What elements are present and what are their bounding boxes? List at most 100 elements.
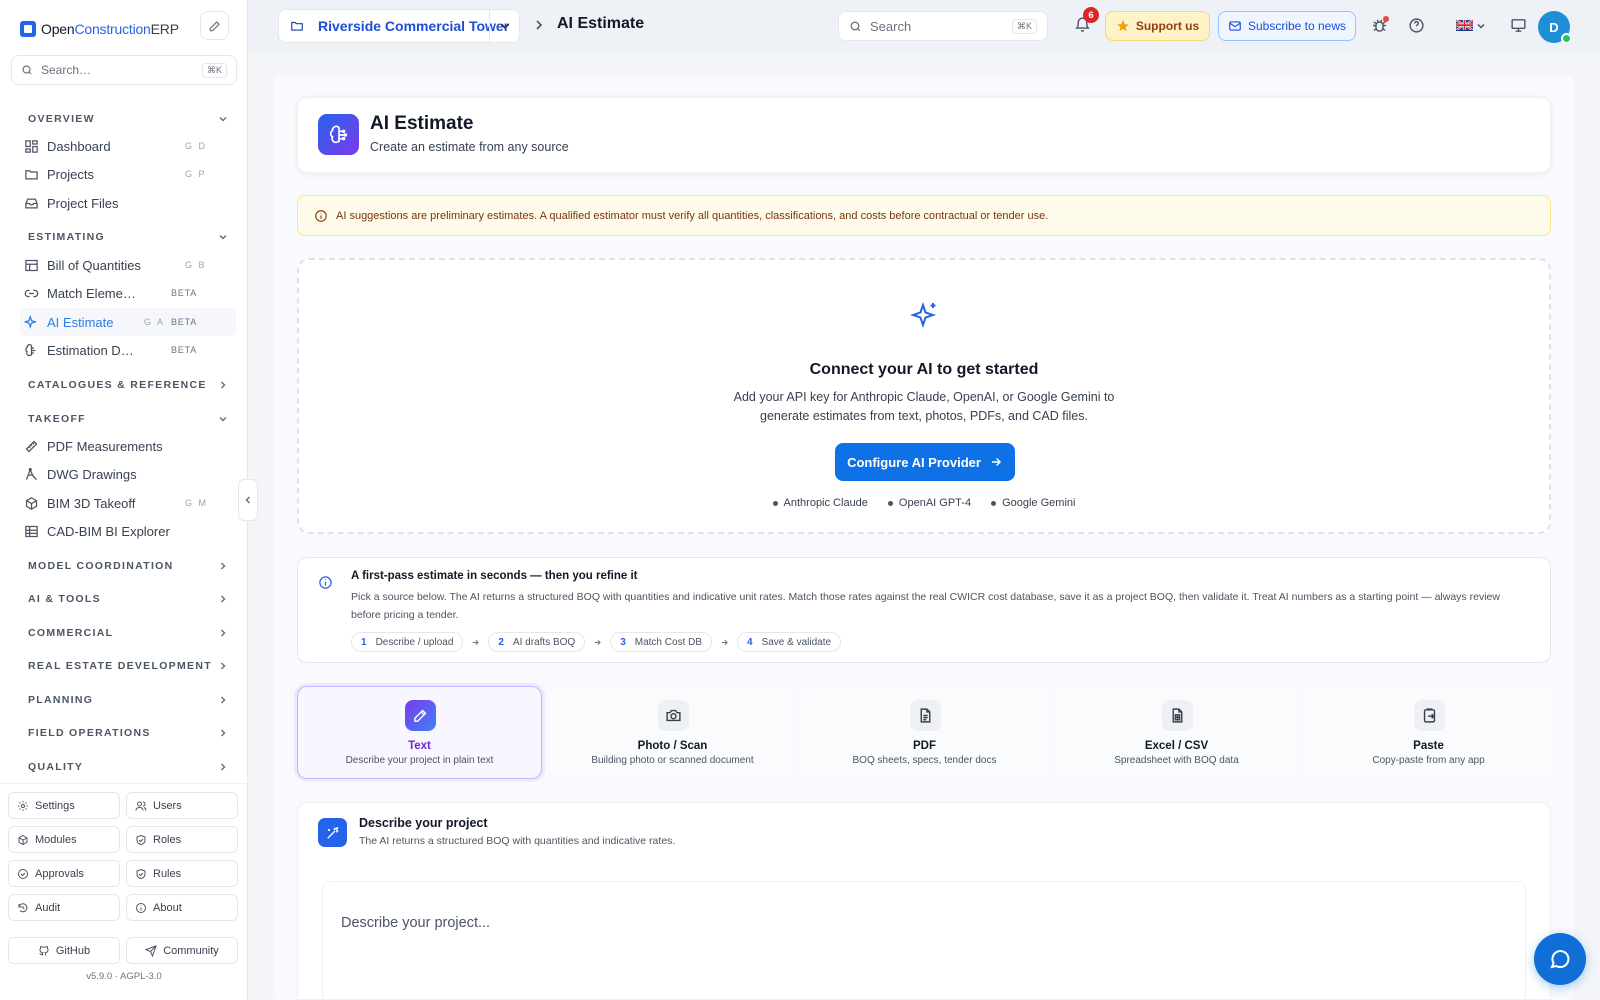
modules-button[interactable]: Modules bbox=[8, 826, 120, 853]
link-icon bbox=[24, 286, 39, 301]
uk-flag-icon[interactable] bbox=[1456, 20, 1473, 31]
about-button[interactable]: About bbox=[126, 894, 238, 921]
shortcut-hint: ⌘K bbox=[201, 62, 227, 78]
arrow-right-icon bbox=[720, 638, 729, 647]
source-description: Building photo or scanned document bbox=[591, 755, 754, 766]
chat-support-button[interactable] bbox=[1534, 933, 1586, 985]
history-icon bbox=[17, 902, 29, 914]
sidebar-item-project-files[interactable]: Project Files bbox=[20, 189, 236, 217]
source-description: BOQ sheets, specs, tender docs bbox=[852, 755, 997, 766]
step-label: Save & validate bbox=[761, 636, 832, 648]
chevron-right-icon bbox=[218, 762, 228, 772]
project-selector[interactable]: Riverside Commercial Tower bbox=[278, 9, 520, 43]
audit-button[interactable]: Audit bbox=[8, 894, 120, 921]
section-overview[interactable]: OVERVIEW bbox=[28, 113, 228, 125]
collapse-sidebar-button[interactable] bbox=[238, 479, 258, 521]
button-label: GitHub bbox=[55, 944, 91, 957]
section-field-operations[interactable]: FIELD OPERATIONS bbox=[28, 727, 228, 739]
package-icon bbox=[17, 834, 29, 846]
approvals-button[interactable]: Approvals bbox=[8, 860, 120, 887]
describe-project-card: Describe your project The AI returns a s… bbox=[297, 802, 1551, 1000]
card-subtitle: The AI returns a structured BOQ with qua… bbox=[359, 835, 676, 847]
version-label: v5.9.0 · AGPL-3.0 bbox=[86, 971, 162, 982]
button-label: Community bbox=[163, 944, 219, 957]
chevron-down-icon bbox=[499, 20, 511, 32]
configure-ai-provider-button[interactable]: Configure AI Provider bbox=[835, 443, 1015, 481]
sidebar-item-cad-bim-explorer[interactable]: CAD-BIM BI Explorer bbox=[20, 517, 236, 545]
chevron-right-icon bbox=[218, 380, 228, 390]
sidebar-item-pdf-measurements[interactable]: PDF Measurements bbox=[20, 432, 236, 460]
subscribe-news-button[interactable]: Subscribe to news bbox=[1218, 11, 1356, 41]
users-button[interactable]: Users bbox=[126, 792, 238, 819]
clipboard-icon bbox=[1414, 700, 1445, 731]
section-label: OVERVIEW bbox=[28, 113, 95, 125]
button-label: Configure AI Provider bbox=[847, 454, 981, 470]
page-header-card: AI Estimate Create an estimate from any … bbox=[297, 97, 1551, 173]
section-ai-tools[interactable]: AI & TOOLS bbox=[28, 593, 228, 605]
shortcut-hint: G A bbox=[144, 317, 166, 327]
section-model-coordination[interactable]: MODEL COORDINATION bbox=[28, 560, 228, 572]
chevron-left-icon bbox=[243, 495, 253, 505]
divider bbox=[0, 783, 248, 784]
sidebar-item-dwg-drawings[interactable]: DWG Drawings bbox=[20, 460, 236, 488]
step-label: Describe / upload bbox=[375, 636, 454, 648]
sidebar-item-estimation-dashboard[interactable]: Estimation D… BETA bbox=[20, 336, 236, 364]
source-tab-photo-scan[interactable]: Photo / Scan Building photo or scanned d… bbox=[550, 686, 795, 779]
section-takeoff[interactable]: TAKEOFF bbox=[28, 413, 228, 425]
pencil-icon bbox=[405, 700, 436, 731]
global-search-input[interactable]: Search ⌘K bbox=[838, 11, 1048, 41]
project-description-textarea[interactable]: Describe your project... Example: bbox=[322, 881, 1526, 1000]
beta-badge: BETA bbox=[171, 317, 198, 327]
project-dropdown-button[interactable] bbox=[489, 10, 520, 42]
page-title: AI Estimate bbox=[370, 113, 474, 134]
new-note-button[interactable] bbox=[200, 11, 229, 40]
section-quality[interactable]: QUALITY bbox=[28, 761, 228, 773]
sidebar-search-input[interactable]: Search… ⌘K bbox=[11, 55, 237, 85]
section-planning[interactable]: PLANNING bbox=[28, 694, 228, 706]
monitor-icon[interactable] bbox=[1510, 17, 1527, 34]
button-label: Subscribe to news bbox=[1247, 19, 1347, 33]
step-number: 3 bbox=[620, 636, 626, 648]
section-estimating[interactable]: ESTIMATING bbox=[28, 231, 228, 243]
source-tab-text[interactable]: Text Describe your project in plain text bbox=[297, 686, 542, 779]
section-commercial[interactable]: COMMERCIAL bbox=[28, 627, 228, 639]
source-label: Text bbox=[408, 740, 431, 752]
help-icon[interactable] bbox=[1408, 17, 1425, 34]
pencil-icon bbox=[208, 19, 222, 33]
source-description: Spreadsheet with BOQ data bbox=[1114, 755, 1239, 766]
sidebar-item-dashboard[interactable]: Dashboard G D bbox=[20, 132, 236, 160]
info-icon bbox=[318, 575, 333, 590]
rules-button[interactable]: Rules bbox=[126, 860, 238, 887]
online-status-dot bbox=[1561, 33, 1572, 44]
section-real-estate-development[interactable]: REAL ESTATE DEVELOPMENT bbox=[28, 660, 228, 672]
github-button[interactable]: GitHub bbox=[8, 937, 120, 964]
section-catalogues[interactable]: CATALOGUES & REFERENCE bbox=[28, 379, 228, 391]
chevron-down-icon[interactable] bbox=[1476, 21, 1486, 31]
button-label: Support us bbox=[1135, 19, 1200, 33]
connect-title: Connect your AI to get started bbox=[809, 361, 1039, 378]
sidebar-item-ai-estimate[interactable]: AI Estimate G A BETA bbox=[20, 308, 236, 336]
sidebar-item-match-elements[interactable]: Match Eleme… BETA bbox=[20, 279, 236, 307]
source-label: Photo / Scan bbox=[637, 740, 708, 752]
search-placeholder: Search bbox=[870, 18, 912, 34]
notification-count-badge: 6 bbox=[1083, 7, 1099, 23]
source-tab-paste[interactable]: Paste Copy-paste from any app bbox=[1306, 686, 1551, 779]
sidebar-item-bim-3d-takeoff[interactable]: BIM 3D Takeoff G M bbox=[20, 489, 236, 517]
chevron-right-icon bbox=[218, 695, 228, 705]
sidebar-item-label: AI Estimate bbox=[47, 314, 114, 330]
sidebar-item-projects[interactable]: Projects G P bbox=[20, 160, 236, 188]
connect-description-line: Add your API key for Anthropic Claude, O… bbox=[733, 390, 1115, 404]
community-button[interactable]: Community bbox=[126, 937, 238, 964]
section-label: TAKEOFF bbox=[28, 413, 86, 425]
connect-description: Add your API key for Anthropic Claude, O… bbox=[299, 388, 1549, 426]
shield-check-icon bbox=[135, 868, 147, 880]
settings-button[interactable]: Settings bbox=[8, 792, 120, 819]
support-us-button[interactable]: Support us bbox=[1105, 11, 1210, 41]
sidebar-item-bill-of-quantities[interactable]: Bill of Quantities G B bbox=[20, 251, 236, 279]
logo-text-erp: ERP bbox=[150, 21, 179, 37]
roles-button[interactable]: Roles bbox=[126, 826, 238, 853]
source-description: Describe your project in plain text bbox=[345, 755, 494, 766]
source-tab-excel-csv[interactable]: Excel / CSV Spreadsheet with BOQ data bbox=[1054, 686, 1299, 779]
source-label: PDF bbox=[913, 740, 936, 752]
source-tab-pdf[interactable]: PDF BOQ sheets, specs, tender docs bbox=[802, 686, 1047, 779]
